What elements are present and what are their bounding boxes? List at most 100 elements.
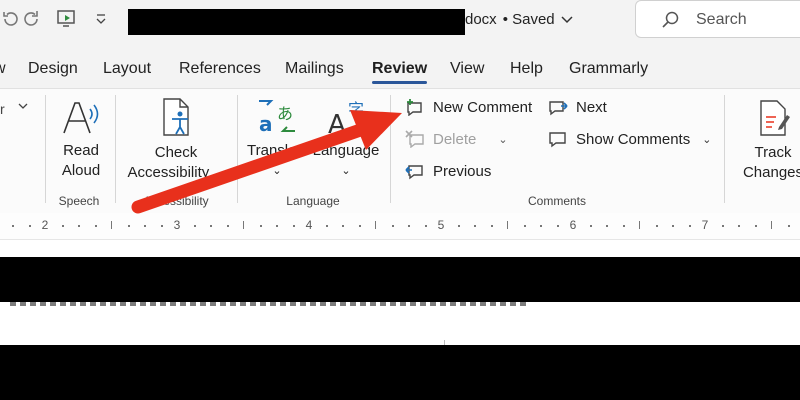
saved-status: • Saved (502, 11, 555, 28)
ruler-dot (738, 225, 740, 227)
previous-label: Previous (433, 162, 492, 180)
group-separator (724, 95, 725, 203)
undo-icon[interactable] (0, 8, 22, 30)
language-icon: A 字 (328, 100, 364, 140)
ribbon-review: r Read Aloud Check Accessibility ⌄ a あ Tr… (0, 88, 800, 214)
search-input[interactable]: Search (635, 0, 800, 38)
group-separator (115, 95, 116, 203)
tab-design[interactable]: Design (28, 60, 78, 78)
previous-comment-button[interactable]: Previous (405, 162, 491, 180)
ruler-dot (193, 225, 196, 227)
horizontal-ruler[interactable]: 2 3 4 5 6 7 (0, 213, 800, 240)
track-changes-button[interactable]: Track Changes (733, 97, 800, 183)
document-title[interactable]: docx • Saved (465, 11, 573, 28)
ruler-dot (787, 225, 790, 227)
new-comment-icon (407, 99, 422, 116)
document-page[interactable] (0, 240, 800, 400)
new-comment-button[interactable]: New Comment (405, 98, 532, 116)
ruler-dot (358, 225, 361, 227)
ruler-dot (622, 225, 625, 227)
ribbon-tabs: w Design Layout References Mailings Revi… (0, 56, 800, 88)
ruler-dot (28, 225, 31, 227)
ruler-number: 7 (701, 218, 709, 232)
delete-comment-button[interactable]: Delete ⌄ (405, 130, 508, 148)
tab-mailings[interactable]: Mailings (285, 60, 344, 78)
present-icon[interactable] (56, 8, 78, 30)
chevron-down-icon: ⌄ (341, 165, 351, 177)
tab-layout[interactable]: Layout (103, 60, 151, 78)
read-aloud-line2: Aloud (61, 162, 101, 179)
tab-help[interactable]: Help (510, 60, 543, 78)
customize-quick-access-icon[interactable] (90, 8, 112, 30)
ruler-dot (523, 225, 526, 227)
ruler-number: 3 (173, 218, 181, 232)
redacted-heading (0, 345, 800, 400)
group-separator (45, 95, 46, 203)
tab-review[interactable]: Review (372, 60, 428, 84)
translate-button[interactable]: a あ Translate ⌄ (247, 97, 309, 181)
check-accessibility-button[interactable]: Check Accessibility ⌄ (124, 97, 228, 184)
tab-view-partial[interactable]: w (0, 60, 6, 78)
redo-icon[interactable] (20, 8, 42, 30)
ruler-dot (457, 225, 460, 227)
language-label: Language (312, 142, 380, 159)
ruler-dot (160, 225, 163, 227)
ribbon-partial-control[interactable]: r (0, 101, 5, 117)
new-comment-label: New Comment (433, 98, 533, 116)
ruler-dot (424, 225, 427, 227)
show-comments-button[interactable]: Show Comments ⌄ (548, 130, 711, 148)
tab-references[interactable]: References (179, 60, 261, 78)
chevron-down-icon (18, 103, 28, 109)
ruler-dot (12, 225, 14, 227)
ruler-dot (556, 225, 559, 227)
ruler-dot (606, 225, 608, 227)
group-label-accessibility: Accessibility (143, 194, 209, 208)
chevron-down-icon: ⌄ (272, 165, 282, 177)
show-comments-icon (549, 132, 566, 148)
read-aloud-line1: Read (63, 142, 99, 159)
ruler-tick (375, 221, 376, 229)
ruler-dot (325, 225, 328, 227)
read-aloud-icon (63, 102, 99, 134)
chevron-down-icon: ⌄ (498, 133, 508, 146)
group-label-language: Language (286, 194, 340, 208)
partial-text-line (0, 302, 540, 310)
next-comment-icon (549, 101, 568, 116)
ruler-number: 4 (305, 218, 313, 232)
svg-text:字: 字 (348, 100, 364, 119)
group-separator (237, 95, 238, 203)
read-aloud-button[interactable]: Read Aloud (58, 97, 104, 181)
chevron-down-icon (561, 15, 573, 23)
ruler-number: 5 (437, 218, 445, 232)
ruler-dot (210, 225, 212, 227)
track-changes-line2: Changes (742, 164, 800, 181)
ruler-dot (78, 225, 80, 227)
check-accessibility-line1: Check (154, 144, 198, 161)
delete-comment-icon (405, 130, 424, 148)
previous-comment-icon (405, 165, 423, 180)
ruler-dot (144, 225, 146, 227)
ruler-tick (639, 221, 640, 229)
translate-icon: a あ (259, 100, 295, 136)
accessibility-checker-icon (163, 98, 189, 136)
redacted-filename (128, 9, 465, 35)
ruler-dot (408, 225, 410, 227)
track-changes-line1: Track (754, 144, 792, 161)
check-accessibility-line2: Accessibility ⌄ (127, 164, 225, 181)
ruler-dot (276, 225, 278, 227)
ruler-number: 6 (569, 218, 577, 232)
ruler-dot (672, 225, 674, 227)
language-button[interactable]: A 字 Language ⌄ (312, 97, 380, 181)
ruler-dot (342, 225, 344, 227)
tab-view[interactable]: View (450, 60, 484, 78)
ruler-dot (754, 225, 757, 227)
track-changes-icon (760, 100, 790, 136)
ruler-dot (688, 225, 691, 227)
tab-grammarly[interactable]: Grammarly (569, 60, 648, 78)
next-comment-button[interactable]: Next (548, 98, 607, 116)
redacted-text-line (0, 257, 800, 302)
svg-text:a: a (259, 112, 273, 136)
chevron-down-icon: ⌄ (702, 133, 712, 146)
ruler-dot (292, 225, 295, 227)
group-label-comments: Comments (527, 194, 587, 208)
